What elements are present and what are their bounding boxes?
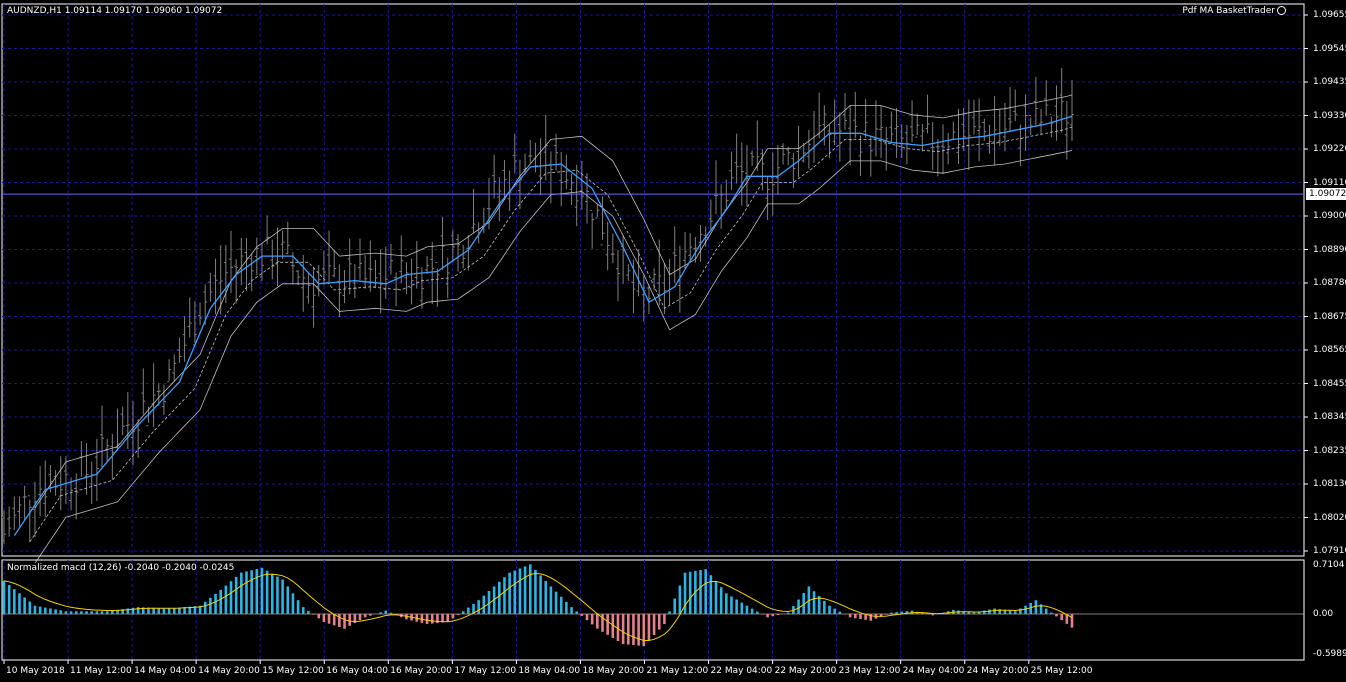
smiley-icon	[1277, 6, 1286, 15]
ea-label-text: Pdf MA BasketTrader	[1182, 6, 1275, 16]
main-pane-frame	[1, 3, 1305, 557]
fast-ma-line	[13, 115, 1073, 536]
price-tick-label: 1.08675	[1313, 311, 1346, 322]
price-tick-label: 1.09435	[1313, 77, 1346, 87]
symbol-info: AUDNZD,H1 1.09114 1.09170 1.09060 1.0907…	[7, 6, 223, 16]
price-tick-label: 1.09655	[1313, 10, 1346, 20]
time-tick-label: 16 May 20:00	[390, 666, 453, 676]
time-tick-label: 25 May 12:00	[1030, 666, 1093, 676]
price-tick-label: 1.09545	[1313, 43, 1346, 54]
time-tick-label: 18 May 04:00	[518, 666, 581, 676]
macd-tick-label: -0.5989	[1313, 649, 1346, 659]
time-tick-label: 23 May 12:00	[838, 666, 901, 676]
price-tick-label: 1.09220	[1313, 144, 1346, 154]
price-tick-label: 1.08565	[1313, 345, 1346, 355]
time-tick-label: 24 May 04:00	[902, 666, 965, 676]
price-tick-label: 1.07910	[1313, 546, 1346, 556]
price-tick-label: 1.08130	[1313, 479, 1346, 489]
time-tick-label: 10 May 2018	[6, 666, 65, 676]
macd-signal-line	[3, 572, 1073, 641]
price-tick-label: 1.08345	[1313, 412, 1346, 422]
time-tick-label: 22 May 04:00	[710, 666, 773, 676]
price-tick-label: 1.08780	[1313, 278, 1346, 288]
ea-label: Pdf MA BasketTrader	[1182, 6, 1286, 16]
time-tick-label: 16 May 04:00	[326, 666, 388, 676]
indicator-pane-frame	[1, 559, 1305, 661]
time-tick-label: 22 May 20:00	[774, 666, 837, 676]
price-tick-label: 1.08020	[1313, 512, 1346, 523]
time-tick-label: 18 May 20:00	[582, 666, 645, 676]
time-tick-label: 14 May 20:00	[198, 666, 260, 676]
time-tick-label: 15 May 12:00	[262, 666, 324, 676]
time-tick-label: 14 May 04:00	[134, 666, 196, 676]
indicator-info: Normalized macd (12,26) -0.2040 -0.2040 …	[7, 563, 235, 573]
price-tick-label: 1.08235	[1313, 445, 1346, 456]
price-tick-label: 1.09110	[1313, 177, 1346, 188]
time-tick-label: 21 May 12:00	[646, 666, 709, 676]
price-tick-label: 1.08455	[1313, 378, 1346, 389]
time-tick-label: 11 May 12:00	[70, 666, 132, 676]
price-tick-label: 1.09330	[1313, 110, 1346, 121]
current-price-marker: 1.09072	[1306, 188, 1346, 200]
envelope-upper-line	[34, 94, 1073, 509]
price-tick-label: 1.09000	[1313, 211, 1346, 221]
time-tick-label: 17 May 12:00	[454, 666, 517, 676]
time-tick-label: 24 May 20:00	[966, 666, 1029, 676]
price-tick-label: 1.08890	[1313, 244, 1346, 255]
price-chart[interactable]	[0, 0, 1346, 682]
macd-tick-label: 0.7104	[1313, 560, 1345, 570]
macd-tick-label: 0.00	[1313, 609, 1334, 619]
